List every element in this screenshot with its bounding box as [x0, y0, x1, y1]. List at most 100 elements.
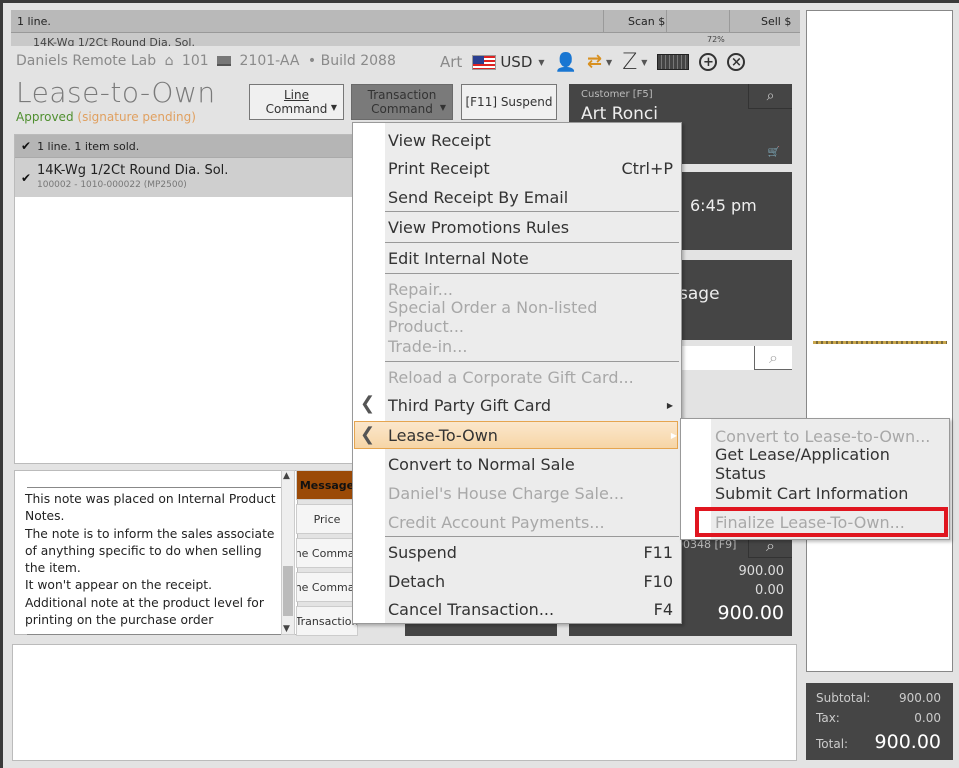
- price-button[interactable]: Price: [296, 504, 358, 534]
- total-value: 900.00: [874, 731, 941, 753]
- menu-item-third-party-gift-card[interactable]: Third Party Gift Card ▶: [388, 391, 673, 419]
- page-title: Lease-to-Own: [16, 76, 216, 109]
- submenu-arrow-icon: ▶: [666, 400, 673, 410]
- column-separator: [666, 10, 667, 33]
- chevron-down-icon[interactable]: ▼: [641, 58, 647, 67]
- menu-item-house-charge[interactable]: Daniel's House Charge Sale...: [388, 479, 673, 507]
- associate-icon[interactable]: 👤: [555, 52, 577, 73]
- product-image-panel: [806, 10, 953, 672]
- transaction-command-button[interactable]: Transaction Command ▼: [351, 84, 453, 120]
- menu-item-label: Repair...: [388, 279, 454, 299]
- menu-item-label: View Promotions Rules: [388, 217, 570, 237]
- menu-item-print-receipt[interactable]: Print Receipt Ctrl+P: [388, 154, 673, 182]
- submenu-item-get-status[interactable]: Get Lease/Application Status: [715, 445, 945, 483]
- notes-text: This note was placed on Internal Product…: [25, 492, 276, 628]
- menu-separator: [385, 242, 679, 243]
- account-subtotal: 900.00: [738, 564, 785, 579]
- scroll-down-icon[interactable]: ▼: [283, 624, 290, 634]
- transaction-side-button[interactable]: Transaction: [296, 606, 358, 636]
- transfer-icon[interactable]: ⇄: [587, 53, 602, 71]
- menu-item-cancel-transaction[interactable]: Cancel Transaction... F4: [388, 595, 673, 623]
- menu-item-reload-gift-card[interactable]: Reload a Corporate Gift Card...: [388, 363, 673, 391]
- menu-item-label: Cancel Transaction...: [388, 599, 555, 619]
- menu-item-label: Lease-To-Own: [388, 425, 498, 445]
- menu-item-shortcut: Ctrl+P: [621, 158, 673, 178]
- scroll-up-icon[interactable]: ▲: [283, 471, 290, 481]
- line-command-side-button[interactable]: Line Command: [296, 572, 358, 602]
- store-number: 101: [181, 53, 209, 69]
- keyboard-icon[interactable]: [657, 54, 690, 70]
- menu-item-suspend[interactable]: Suspend F11: [388, 538, 673, 566]
- chevron-down-icon: ▼: [439, 103, 446, 112]
- build-number: • Build 2088: [307, 53, 396, 69]
- column-scan[interactable]: Scan $: [628, 15, 665, 28]
- menu-item-label: Submit Cart Information: [715, 483, 909, 503]
- product-image-chain: [813, 341, 947, 344]
- message-button[interactable]: Message: [296, 470, 358, 500]
- checkmark-icon[interactable]: ✔: [21, 171, 31, 185]
- add-icon[interactable]: +: [699, 53, 718, 71]
- currency-selector[interactable]: USD: [500, 53, 532, 71]
- account-tax: 0.00: [755, 583, 784, 598]
- scroll-thumb[interactable]: [283, 566, 293, 616]
- menu-item-label: Get Lease/Application Status: [715, 445, 890, 483]
- menu-separator: [385, 211, 679, 212]
- list-header[interactable]: ✔ 1 line. 1 item sold.: [15, 135, 353, 157]
- status-line: Approved (signature pending): [16, 110, 196, 124]
- total-label: Total:: [816, 737, 849, 751]
- line-command-label: Line: [283, 88, 309, 102]
- user-name: Art: [440, 53, 463, 71]
- menu-item-view-receipt[interactable]: View Receipt: [388, 126, 673, 154]
- notes-scrollbar[interactable]: ▲ ▼: [281, 470, 295, 635]
- us-flag-icon[interactable]: [472, 54, 497, 70]
- divider: [27, 634, 283, 635]
- menu-item-convert-normal-sale[interactable]: Convert to Normal Sale: [388, 450, 673, 478]
- menu-item-lease-to-own[interactable]: Lease-To-Own ▶: [354, 421, 678, 449]
- list-item[interactable]: ✔ 14K-Wg 1/2Ct Round Dia. Sol. 100002 - …: [15, 157, 353, 197]
- close-icon[interactable]: ×: [727, 53, 746, 71]
- chevron-down-icon[interactable]: ▼: [538, 58, 544, 67]
- menu-item-special-order[interactable]: Special Order a Non-listed Product...: [388, 298, 673, 336]
- checkmark-icon[interactable]: ✔: [21, 139, 31, 153]
- customer-label: Customer [F5]: [581, 89, 653, 100]
- menu-item-label: Send Receipt By Email: [388, 187, 569, 207]
- submenu-item-submit-cart[interactable]: Submit Cart Information: [715, 479, 945, 507]
- chevron-down-icon: ▼: [330, 103, 337, 112]
- menu-item-trade-in[interactable]: Trade-in...: [388, 332, 673, 360]
- summary-totals: Subtotal: 900.00 Tax: 0.00 Total: 900.00: [806, 683, 953, 760]
- z-report-button[interactable]: Z: [622, 50, 637, 75]
- customer-search-button[interactable]: ⌕: [748, 84, 792, 109]
- suspend-button[interactable]: [F11] Suspend: [461, 84, 557, 120]
- line-command-side-button[interactable]: Line Command: [296, 538, 358, 568]
- menu-separator: [385, 361, 679, 362]
- menu-item-label: Convert to Normal Sale: [388, 454, 575, 474]
- item-title: 14K-Wg 1/2Ct Round Dia. Sol.: [37, 163, 229, 178]
- line-command-button[interactable]: Line Command ▼: [249, 84, 344, 120]
- divider: [27, 487, 283, 488]
- menu-item-credit-payments[interactable]: Credit Account Payments...: [388, 508, 673, 536]
- background-grid: 1 line. Scan $ Sell $ 14K-Wg 1/2Ct Round…: [11, 10, 800, 46]
- menu-item-send-receipt-email[interactable]: Send Receipt By Email: [388, 183, 673, 211]
- search-icon[interactable]: ⌕: [754, 346, 792, 370]
- menu-item-label: View Receipt: [388, 130, 491, 150]
- menu-item-detach[interactable]: Detach F10: [388, 567, 673, 595]
- column-sell[interactable]: Sell $: [761, 15, 791, 28]
- computer-icon: [217, 56, 232, 66]
- menu-item-shortcut: F10: [643, 571, 673, 591]
- chevron-down-icon[interactable]: ▼: [606, 58, 612, 67]
- time-text: 6:45 pm: [690, 196, 757, 215]
- bottom-panel: [12, 644, 797, 761]
- menu-item-label: Print Receipt: [388, 158, 490, 178]
- menu-item-label: Suspend: [388, 542, 457, 562]
- search-icon: ⌕: [766, 88, 775, 104]
- store-name: Daniels Remote Lab: [16, 53, 157, 69]
- transaction-list: ✔ 1 line. 1 item sold. ✔ 14K-Wg 1/2Ct Ro…: [14, 134, 354, 464]
- menu-item-label: Special Order a Non-listed Product...: [388, 298, 598, 336]
- account-total: 900.00: [717, 602, 784, 624]
- menu-item-view-promotions[interactable]: View Promotions Rules: [388, 213, 673, 241]
- transaction-command-label: Transaction: [367, 88, 437, 102]
- menu-item-label: Daniel's House Charge Sale...: [388, 483, 625, 503]
- subtotal-value: 900.00: [899, 691, 941, 705]
- menu-item-label: Edit Internal Note: [388, 248, 529, 268]
- menu-item-edit-internal-note[interactable]: Edit Internal Note: [388, 244, 673, 272]
